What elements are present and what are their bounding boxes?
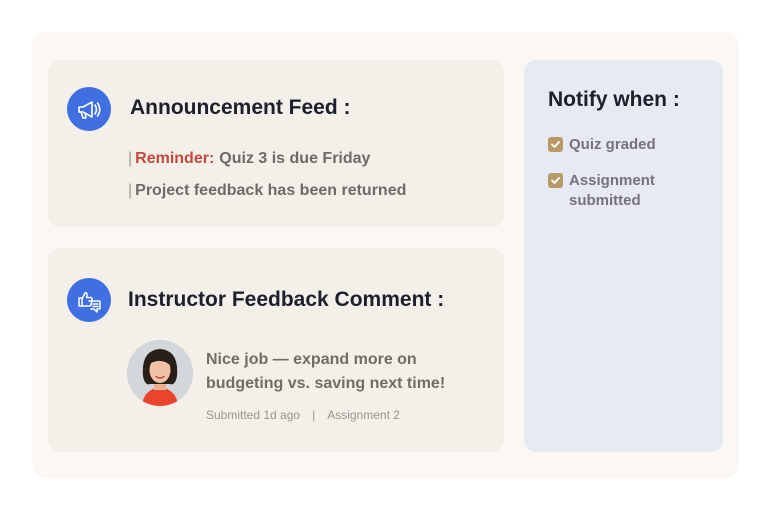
instructor-feedback-title: Instructor Feedback Comment : — [128, 288, 445, 311]
megaphone-icon — [67, 87, 111, 131]
notify-settings-panel: Notify when : Quiz graded Assignment sub… — [524, 60, 723, 452]
checkmark-icon — [551, 141, 560, 148]
announcement-feed-title: Announcement Feed : — [130, 96, 351, 119]
announcement-item[interactable]: | Reminder: Quiz 3 is due Friday — [128, 150, 370, 168]
announcement-feed-card: Announcement Feed : | Reminder: Quiz 3 is … — [48, 60, 504, 227]
thumbs-up-chat-icon — [67, 278, 111, 322]
reminder-label: Reminder: — [135, 150, 215, 167]
notify-title: Notify when : — [548, 88, 680, 111]
checkmark-icon — [551, 177, 560, 184]
assignment-submitted-label[interactable]: Assignment submitted — [569, 171, 689, 211]
assignment-link[interactable]: Assignment 2 — [327, 408, 400, 422]
dashboard-panel: Announcement Feed : | Reminder: Quiz 3 is … — [32, 32, 739, 478]
quiz-graded-checkbox[interactable] — [548, 137, 563, 152]
item-separator: | — [128, 150, 133, 167]
feedback-meta: Submitted 1d ago | Assignment 2 — [206, 408, 400, 422]
instructor-avatar — [127, 340, 193, 406]
quiz-graded-label[interactable]: Quiz graded — [569, 135, 656, 155]
meta-separator: | — [312, 408, 316, 422]
feedback-comment: Nice job — expand more on budgeting vs. … — [206, 351, 446, 392]
announcement-item[interactable]: | Project feedback has been returned — [128, 182, 406, 200]
announcement-text: Project feedback has been returned — [135, 182, 407, 199]
item-separator: | — [128, 182, 133, 199]
instructor-feedback-card: Instructor Feedback Comment : Nice job —… — [48, 248, 504, 452]
assignment-submitted-checkbox[interactable] — [548, 173, 563, 188]
announcement-text: Quiz 3 is due Friday — [219, 150, 371, 167]
submitted-time: Submitted 1d ago — [206, 408, 301, 422]
